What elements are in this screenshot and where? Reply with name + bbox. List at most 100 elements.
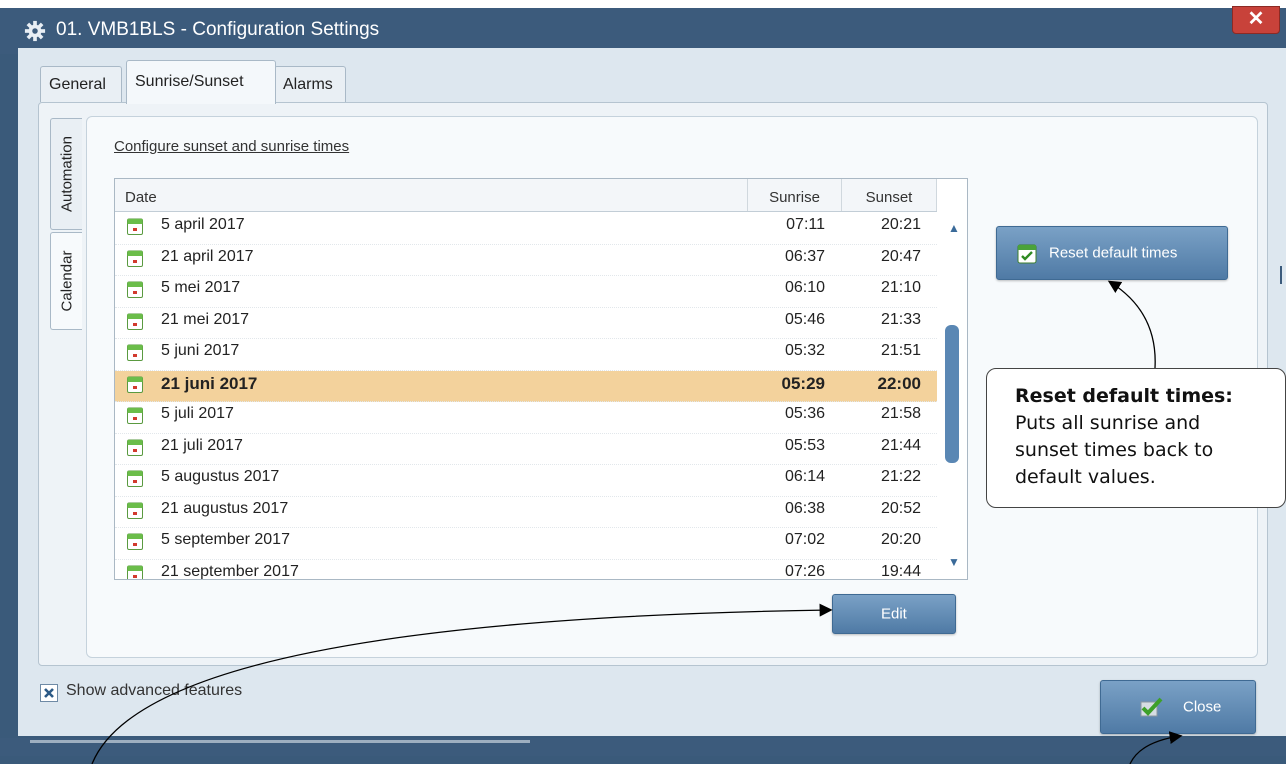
calendar-icon [127,281,143,298]
cell-sunrise: 06:38 [784,499,825,517]
cell-sunset: 20:52 [880,499,921,517]
close-button[interactable]: Close [1100,680,1256,734]
table-scrollbar[interactable]: ▲ ▼ [941,179,967,579]
close-button-label: Close [1183,698,1222,716]
side-tab-calendar[interactable]: Calendar [50,232,82,330]
column-header-sunset[interactable]: Sunset [841,179,937,211]
window-title: 01. VMB1BLS - Configuration Settings [56,19,380,40]
tab-label: General [49,76,106,93]
checkmark-icon [1140,697,1163,717]
calendar-icon [127,502,143,519]
calendar-icon [127,470,143,487]
cell-sunset: 20:20 [880,531,921,548]
cell-date: 21 juli 2017 [161,436,243,454]
calendar-icon [127,407,143,424]
table-row[interactable]: 21 augustus 2017 06:38 20:52 [115,497,937,528]
cell-date: 21 september 2017 [161,562,299,580]
window-bottom-bar [0,738,1286,756]
reset-default-times-button[interactable]: Reset default times [996,226,1228,280]
side-tab-label: Automation [58,136,75,212]
table-header: Date Sunrise Sunset [115,179,937,212]
table-row[interactable]: 21 juli 2017 05:53 21:44 [115,434,937,465]
checkbox-x-icon [44,688,54,698]
cell-date: 5 mei 2017 [161,279,241,296]
table-row[interactable]: 21 april 2017 06:37 20:47 [115,245,937,276]
cell-date: 21 mei 2017 [161,310,250,328]
callout-line: default values. [1015,466,1156,488]
cell-date: 21 juni 2017 [161,373,258,393]
cell-sunrise: 06:37 [784,247,825,265]
cell-sunset: 21:44 [880,436,921,454]
cell-sunset: 22:00 [877,373,921,393]
calendar-icon [127,565,143,579]
table-row[interactable]: 21 mei 2017 05:46 21:33 [115,308,937,339]
cell-sunset: 21:10 [880,279,921,296]
show-advanced-checkbox[interactable] [40,684,58,702]
window-close-button[interactable]: ✕ [1232,6,1280,34]
calendar-icon [127,344,143,361]
gear-icon [24,20,46,42]
cell-date: 5 juni 2017 [161,342,240,359]
cell-date: 21 april 2017 [161,247,254,265]
bottom-bar-highlight [30,740,530,743]
arrow-up-icon[interactable]: ▲ [948,221,960,235]
calendar-icon [127,250,143,267]
cell-date: 5 april 2017 [161,216,245,233]
callout-line: sunset times back to [1015,439,1214,461]
cell-sunset: 20:21 [880,216,921,233]
calendar-icon [127,376,143,393]
side-tab-automation[interactable]: Automation [50,118,82,230]
cell-sunset: 20:47 [880,247,921,265]
column-header-sunrise[interactable]: Sunrise [747,179,841,211]
cell-date: 5 augustus 2017 [161,468,280,485]
cell-date: 21 augustus 2017 [161,499,289,517]
table-row[interactable]: 5 juni 2017 05:32 21:51 [115,339,937,371]
table-row[interactable]: 5 augustus 2017 06:14 21:22 [115,465,937,497]
cell-sunrise: 06:14 [784,468,825,485]
reset-times-callout: Reset default times: Puts all sunrise an… [986,368,1286,508]
cell-sunrise: 05:36 [784,405,825,422]
cell-sunset: 21:33 [880,310,921,328]
cell-sunset: 21:51 [880,342,921,359]
cell-sunrise: 07:11 [786,216,825,233]
edit-button[interactable]: Edit [832,594,956,634]
table-row[interactable]: 5 september 2017 07:02 20:20 [115,528,937,560]
arrow-down-icon[interactable]: ▼ [948,555,960,569]
cell-sunrise: 07:26 [784,562,825,580]
tab-label: Sunrise/Sunset [135,73,244,90]
show-advanced-label[interactable]: Show advanced features [66,682,242,700]
cell-sunset: 21:22 [880,468,921,485]
side-tab-label: Calendar [58,250,75,312]
calendar-icon [127,533,143,550]
scrollbar-thumb[interactable] [945,325,959,463]
cell-date: 5 juli 2017 [161,405,234,422]
table-row[interactable]: 21 juni 2017 05:29 22:00 [115,370,937,402]
cell-sunset: 21:58 [880,405,921,422]
calendar-check-icon [1017,244,1037,264]
cell-sunrise: 05:32 [784,342,825,359]
callout-line: Puts all sunrise and [1015,412,1201,434]
table-row[interactable]: 5 april 2017 07:11 20:21 [115,213,937,245]
calendar-icon [127,313,143,330]
tab-alarms[interactable]: Alarms [274,66,346,102]
cell-sunset: 19:44 [880,562,921,580]
tab-sunrise-sunset[interactable]: Sunrise/Sunset [126,60,276,104]
reset-button-label: Reset default times [1049,244,1178,262]
section-title: Configure sunset and sunrise times [114,138,350,155]
table-row[interactable]: 5 mei 2017 06:10 21:10 [115,276,937,308]
tab-general[interactable]: General [40,66,122,102]
cell-sunrise: 07:02 [784,531,825,548]
sun-times-table[interactable]: Date Sunrise Sunset 5 april 2017 07:11 20:… [114,178,968,580]
cell-sunrise: 05:29 [781,373,825,393]
cell-sunrise: 05:53 [784,436,825,454]
cell-sunrise: 06:10 [784,279,825,296]
calendar-icon [127,439,143,456]
table-row[interactable]: 5 juli 2017 05:36 21:58 [115,402,937,434]
table-row[interactable]: 21 september 2017 07:26 19:44 [115,560,937,580]
window-edge-mark [1280,266,1282,284]
calendar-icon [127,218,143,235]
tab-label: Alarms [283,76,333,93]
cell-date: 5 september 2017 [161,531,290,548]
edit-button-label: Edit [881,605,907,623]
column-header-date[interactable]: Date [125,179,157,211]
